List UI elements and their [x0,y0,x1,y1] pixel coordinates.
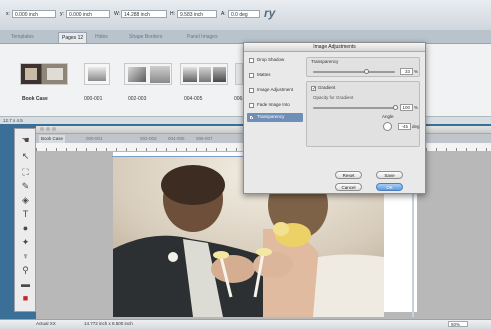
transparency-checkbox[interactable]: ✓ [249,115,254,121]
mattes-label: Mattes [257,72,271,77]
minimize-window-icon[interactable] [46,127,50,131]
eyedropper-tool-icon[interactable]: ♆ [20,251,31,262]
cancel-button[interactable]: Cancel [335,183,362,191]
tab-pages-label: Pages [62,35,77,41]
opacity-unit: % [414,105,419,110]
y-position-input[interactable]: 0.000 inch [66,10,110,18]
x-label: x: [6,11,10,17]
crop-tool-icon[interactable]: ⛶ [20,167,31,178]
thumbnail-006-007[interactable] [235,63,243,85]
thumbnail-label: 004-005 [184,96,203,102]
doc-tab-000-001[interactable]: 000-001 [84,135,105,143]
thumbnail-002-003[interactable] [124,63,172,85]
transform-toolbar: x: 0.000 inch y: 0.000 inch W: 14.288 in… [0,0,491,31]
transparency-option-label: Transparency [257,114,285,119]
ok-button[interactable]: OK [376,183,403,191]
line-tool-icon[interactable]: ▬ [20,279,31,290]
gradient-checkbox[interactable]: ✓ [311,86,316,92]
angle-value-field[interactable]: -45 [398,123,411,130]
close-window-icon[interactable] [40,127,44,131]
ellipse-tool-icon[interactable]: ● [20,223,31,234]
dialog-title: Image Adjustments [244,43,425,52]
opacity-slider-knob[interactable] [393,105,398,110]
thumbnail-photo [88,67,106,81]
thumbnail-photo [47,68,63,80]
transparency-slider-knob[interactable] [364,69,369,74]
thumbnail-label: Book Case [22,96,48,102]
opacity-value-field[interactable]: 100 [400,104,413,111]
thumbnail-label: 002-003 [128,96,147,102]
doc-tab-book-case[interactable]: Book Case [39,135,66,143]
document-size-readout: 14.772 inch x 8.500 inch [84,321,133,326]
transparency-slider-track[interactable] [313,71,395,73]
mattes-checkbox[interactable] [249,73,254,78]
thumbnail-label: 000-001 [84,96,103,102]
transparency-group: Transparency 33 % [306,57,420,77]
drop-shadow-checkbox[interactable] [249,58,254,63]
doc-tab-002-003[interactable]: 002-003 [138,135,159,143]
thumbnail-book-case[interactable] [20,63,68,85]
angle-label: A: [221,11,226,17]
gradient-label: Gradient [318,85,336,90]
thumbnail-photo [183,67,197,82]
thumbnail-photo [213,67,226,82]
doc-tab-006-007[interactable]: 006-007 [194,135,215,143]
arrow-select-tool-icon[interactable]: ↖ [20,151,31,162]
strip-zoom-readout: 12.7 x 4.5 [3,118,23,123]
tab-pages-count: 12 [77,35,84,41]
fade-image-checkbox[interactable] [249,103,254,108]
x-position-input[interactable]: 0.000 inch [12,10,56,18]
height-input[interactable]: 9.583 inch [177,10,217,18]
transparency-unit: % [414,69,419,74]
transparency-label: Transparency [311,59,339,64]
text-tool-icon[interactable]: T [20,209,31,220]
fade-image-label: Fade Image Into [257,102,290,107]
tab-shape-borders[interactable]: Shape Borders [126,32,165,42]
thumbnail-photo [199,67,211,82]
image-adjustment-label: Image Adjustment [257,87,294,92]
angle-input[interactable]: 0.0 deg [228,10,260,18]
width-label: W: [114,11,121,17]
shape-tool-icon[interactable]: ✦ [20,237,31,248]
angle-unit: deg [412,124,420,129]
doc-tab-004-005[interactable]: 004-005 [166,135,187,143]
thumbnail-photo [128,67,146,82]
tab-pages[interactable]: Pages 12 [58,32,88,43]
color-swatch-icon[interactable]: ■ [20,293,31,304]
tab-panel-images[interactable]: Panel Images [184,32,221,42]
opacity-gradient-label: Opacity for Gradient [313,95,354,100]
zoom-window-icon[interactable] [52,127,56,131]
thumbnail-004-005[interactable] [180,63,228,85]
status-label: Actual XX [36,321,56,326]
height-label: H: [170,11,175,17]
tool-palette: ☚ ↖ ⛶ ✎ ◈ T ● ✦ ♆ ⚲ ▬ ■ [14,128,36,312]
angle-label: Angle [382,114,394,119]
thumbnail-000-001[interactable] [84,63,110,85]
hand-tool-icon[interactable]: ☚ [20,135,31,146]
thumbnail-photo [150,66,170,83]
eraser-tool-icon[interactable]: ◈ [20,195,31,206]
y-label: y: [60,11,64,17]
gradient-group: ✓ Gradient Opacity for Gradient 100 % An… [306,81,420,147]
brush-tool-icon[interactable]: ✎ [20,181,31,192]
width-input[interactable]: 14.288 inch [121,10,167,18]
save-button[interactable]: Save [376,171,403,179]
app-logo: ry [264,6,276,20]
tab-templates[interactable]: Templates [8,32,37,42]
angle-dial[interactable] [383,122,392,131]
drop-shadow-label: Drop Shadow [257,57,285,62]
transparency-value-field[interactable]: 33 [400,68,413,75]
tab-hides[interactable]: Hides [92,32,111,42]
zoom-level-field[interactable]: 50% [448,321,468,327]
reset-button[interactable]: Reset [335,171,362,179]
image-adjustments-dialog: Image Adjustments Drop Shadow Mattes Ima… [243,42,426,194]
zoom-tool-icon[interactable]: ⚲ [20,265,31,276]
opacity-slider-track[interactable] [313,107,395,109]
image-adjustment-checkbox[interactable] [249,88,254,93]
thumbnail-photo [25,68,37,80]
